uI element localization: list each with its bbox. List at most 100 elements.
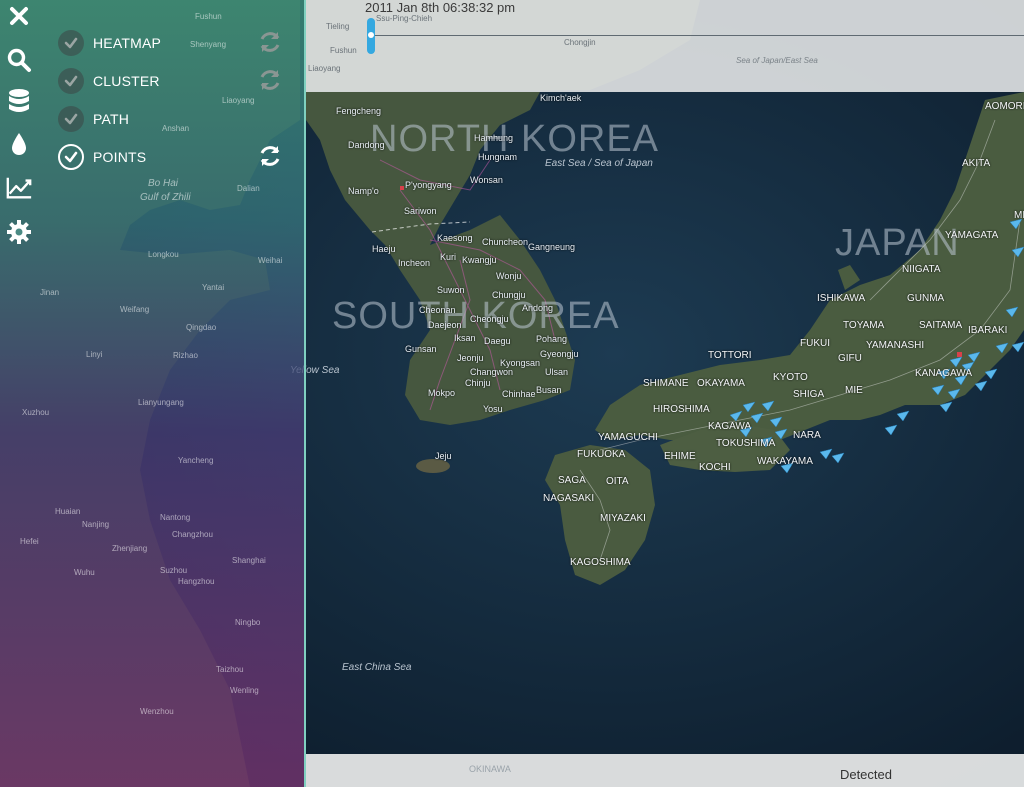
pref-label: SAGA [558,475,586,486]
city-label: Gyeongju [540,349,579,359]
china-city: Linyi [86,350,103,359]
pref-label: ISHIKAWA [817,293,866,304]
check-icon[interactable] [58,106,84,132]
timeline-track[interactable] [372,35,1024,36]
city-label: Andong [522,303,554,313]
layer-toggle-heatmap[interactable]: HEATMAP [58,29,161,57]
city-label: P'yongyang [405,180,452,190]
china-city: Nantong [160,513,191,522]
city-label: Jeju [435,451,452,461]
city-label: Iksan [454,333,476,343]
refresh-icon[interactable] [256,142,284,170]
sea-label-bohai: Bo Hai [148,178,179,189]
city-label: Kuri [440,252,457,262]
pref-label: SHIGA [793,389,825,400]
city-label: Suwon [437,285,465,295]
pref-label: MIE [845,385,863,396]
pref-label: IBARAKI [968,325,1008,336]
city-label: Jeonju [457,353,484,363]
pref-label: YAMAGATA [945,230,999,241]
city-label: Chinju [465,378,491,388]
pref-label: SAITAMA [919,320,963,331]
pref-label: AKITA [962,158,991,169]
top-strip-city: Ssu-Ping-Chieh [376,14,433,23]
timeline-datetime: 2011 Jan 8th 06:38:32 pm [365,0,516,15]
layer-label: CLUSTER [93,73,160,89]
china-city: Anshan [162,124,190,133]
pref-label: NAGASAKI [543,493,595,504]
capital-marker [957,352,962,357]
city-label: Kimch'aek [540,93,582,103]
city-label: Cheonan [419,305,456,315]
pref-label: NARA [793,430,821,441]
china-city: Huaian [55,507,81,516]
refresh-icon[interactable] [256,66,284,94]
pref-label: HIROSHIMA [653,404,710,415]
city-label: Kaesong [437,233,473,243]
china-city: Yancheng [178,456,214,465]
close-icon[interactable] [5,2,33,30]
gear-icon[interactable] [5,218,33,246]
pref-label: FUKUOKA [577,449,626,460]
china-city: Lianyungang [138,398,184,407]
china-city: Hefei [20,537,39,546]
pref-label: TOTTORI [708,350,752,361]
china-city: Fushun [195,12,222,21]
pref-label: WAKAYAMA [757,456,813,467]
city-label: Yosu [483,404,503,414]
china-city: Nanjing [82,520,110,529]
pref-label: EHIME [664,451,696,462]
check-icon[interactable] [58,68,84,94]
app-root: NORTH KOREA SOUTH KOREA JAPAN East Sea /… [0,0,1024,787]
sea-label-east-china-sea: East China Sea [342,662,412,673]
pref-label: SHIMANE [643,378,689,389]
pref-label: OKAYAMA [697,378,745,389]
china-city: Wenzhou [140,707,174,716]
layer-label: PATH [93,111,130,127]
china-city: Liaoyang [222,96,255,105]
sea-label-bohai-gulf: Gulf of Zhili [140,192,191,203]
check-icon[interactable] [58,144,84,170]
check-icon[interactable] [58,30,84,56]
capital-marker [400,186,404,190]
city-label: Daejeon [428,320,462,330]
city-label: Fengcheng [336,106,382,116]
china-city: Longkou [148,250,179,259]
china-city: Wenling [230,686,259,695]
city-label: Gunsan [405,344,437,354]
timeline-handle[interactable] [367,18,375,54]
side-panel: Bo Hai Gulf of Zhili Fushun Shenyang Lia… [0,0,306,787]
status-bar: OKINAWA Detected [306,754,1024,787]
drop-icon[interactable] [5,130,33,158]
layer-toggle-points[interactable]: POINTS [58,143,146,171]
pref-label: KOCHI [699,462,731,473]
pref-label: OITA [606,476,629,487]
pref-label: KAGOSHIMA [570,557,631,568]
china-city: Dalian [237,184,260,193]
china-city: Jinan [40,288,60,297]
city-label: Pohang [536,334,568,344]
china-city: Changzhou [172,530,213,539]
china-city: Suzhou [160,566,188,575]
line-chart-icon[interactable] [5,174,33,202]
city-label: Namp'o [348,186,379,196]
pref-label: YAMAGUCHI [598,432,658,443]
city-label: Mokpo [428,388,456,398]
database-icon[interactable] [5,88,33,116]
city-label: Cheongju [470,314,509,324]
city-label: Kwangju [462,255,497,265]
top-strip-city: Tieling [326,22,350,31]
search-icon[interactable] [5,46,33,74]
city-label: Sariwon [404,206,437,216]
city-label: Busan [536,385,562,395]
pref-label: GUNMA [907,293,945,304]
china-city: Rizhao [173,351,198,360]
china-city: Shenyang [190,40,227,49]
layer-toggle-path[interactable]: PATH [58,105,129,133]
pref-label: MIYAGI [1014,210,1024,221]
refresh-icon[interactable] [256,28,284,56]
city-label: Chungju [492,290,526,300]
city-label: Dandong [348,140,385,150]
layer-toggle-cluster[interactable]: CLUSTER [58,67,160,95]
pref-label: KYOTO [773,372,808,383]
